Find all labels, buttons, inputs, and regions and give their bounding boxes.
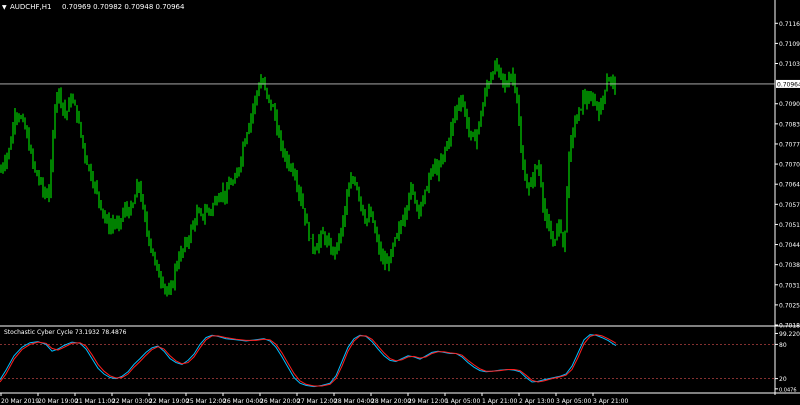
price-tick-label: 0.70380 bbox=[779, 262, 800, 269]
time-tick-label: 26 Mar 04:00 bbox=[223, 398, 263, 405]
price-tick-label: 0.70835 bbox=[779, 121, 800, 128]
time-tick-label: 3 Apr 21:00 bbox=[593, 398, 628, 405]
time-tick-label: 1 Apr 05:00 bbox=[445, 398, 480, 405]
price-tick-label: 0.70640 bbox=[779, 182, 800, 189]
current-price-label: 0.70964 bbox=[777, 81, 800, 88]
price-tick-label: 0.71030 bbox=[779, 61, 800, 68]
indicator-tick-label: 99.2206 bbox=[779, 331, 800, 338]
price-tick-label: 0.71095 bbox=[779, 41, 800, 48]
price-tick-label: 0.70445 bbox=[779, 242, 800, 249]
indicator-tick-label: 20 bbox=[779, 376, 787, 383]
price-tick-label: 0.70185 bbox=[779, 323, 800, 330]
time-tick-label: 21 Mar 11:00 bbox=[75, 398, 115, 405]
price-tick-label: 0.70705 bbox=[779, 162, 800, 169]
ohlc-header: 0.70969 0.70982 0.70948 0.70964 bbox=[62, 3, 185, 11]
time-tick-label: 20 Mar 19:00 bbox=[38, 398, 78, 405]
price-tick-label: 0.70575 bbox=[779, 202, 800, 209]
indicator-tick-label: 0.0476 bbox=[779, 387, 797, 393]
price-tick-label: 0.70770 bbox=[779, 141, 800, 148]
price-tick-label: 0.70315 bbox=[779, 282, 800, 289]
time-tick-label: 22 Mar 19:00 bbox=[149, 398, 189, 405]
indicator-title: Stochastic Cyber Cycle 73.1932 78.4876 bbox=[4, 329, 127, 336]
time-tick-label: 2 Apr 13:00 bbox=[519, 398, 554, 405]
price-tick-label: 0.70510 bbox=[779, 222, 800, 229]
chart-window[interactable]: ▼ AUDCHF,H1 0.70969 0.70982 0.70948 0.70… bbox=[0, 0, 800, 405]
symbol-header: AUDCHF,H1 bbox=[10, 3, 51, 11]
indicator-tick-label: 80 bbox=[779, 342, 787, 349]
time-tick-label: 22 Mar 03:00 bbox=[112, 398, 152, 405]
time-tick-label: 20 Mar 2019 bbox=[1, 398, 39, 405]
collapse-arrow-icon[interactable]: ▼ bbox=[2, 4, 7, 11]
time-tick-label: 28 Mar 20:00 bbox=[371, 398, 411, 405]
time-tick-label: 28 Mar 04:00 bbox=[334, 398, 374, 405]
time-tick-label: 3 Apr 05:00 bbox=[556, 398, 591, 405]
time-tick-label: 25 Mar 12:00 bbox=[186, 398, 226, 405]
price-tick-label: 0.70250 bbox=[779, 302, 800, 309]
time-tick-label: 26 Mar 20:00 bbox=[260, 398, 300, 405]
price-tick-label: 0.70900 bbox=[779, 101, 800, 108]
time-tick-label: 27 Mar 12:00 bbox=[297, 398, 337, 405]
time-tick-label: 29 Mar 12:00 bbox=[408, 398, 448, 405]
time-tick-label: 1 Apr 21:00 bbox=[482, 398, 517, 405]
price-tick-label: 0.71160 bbox=[779, 21, 800, 28]
